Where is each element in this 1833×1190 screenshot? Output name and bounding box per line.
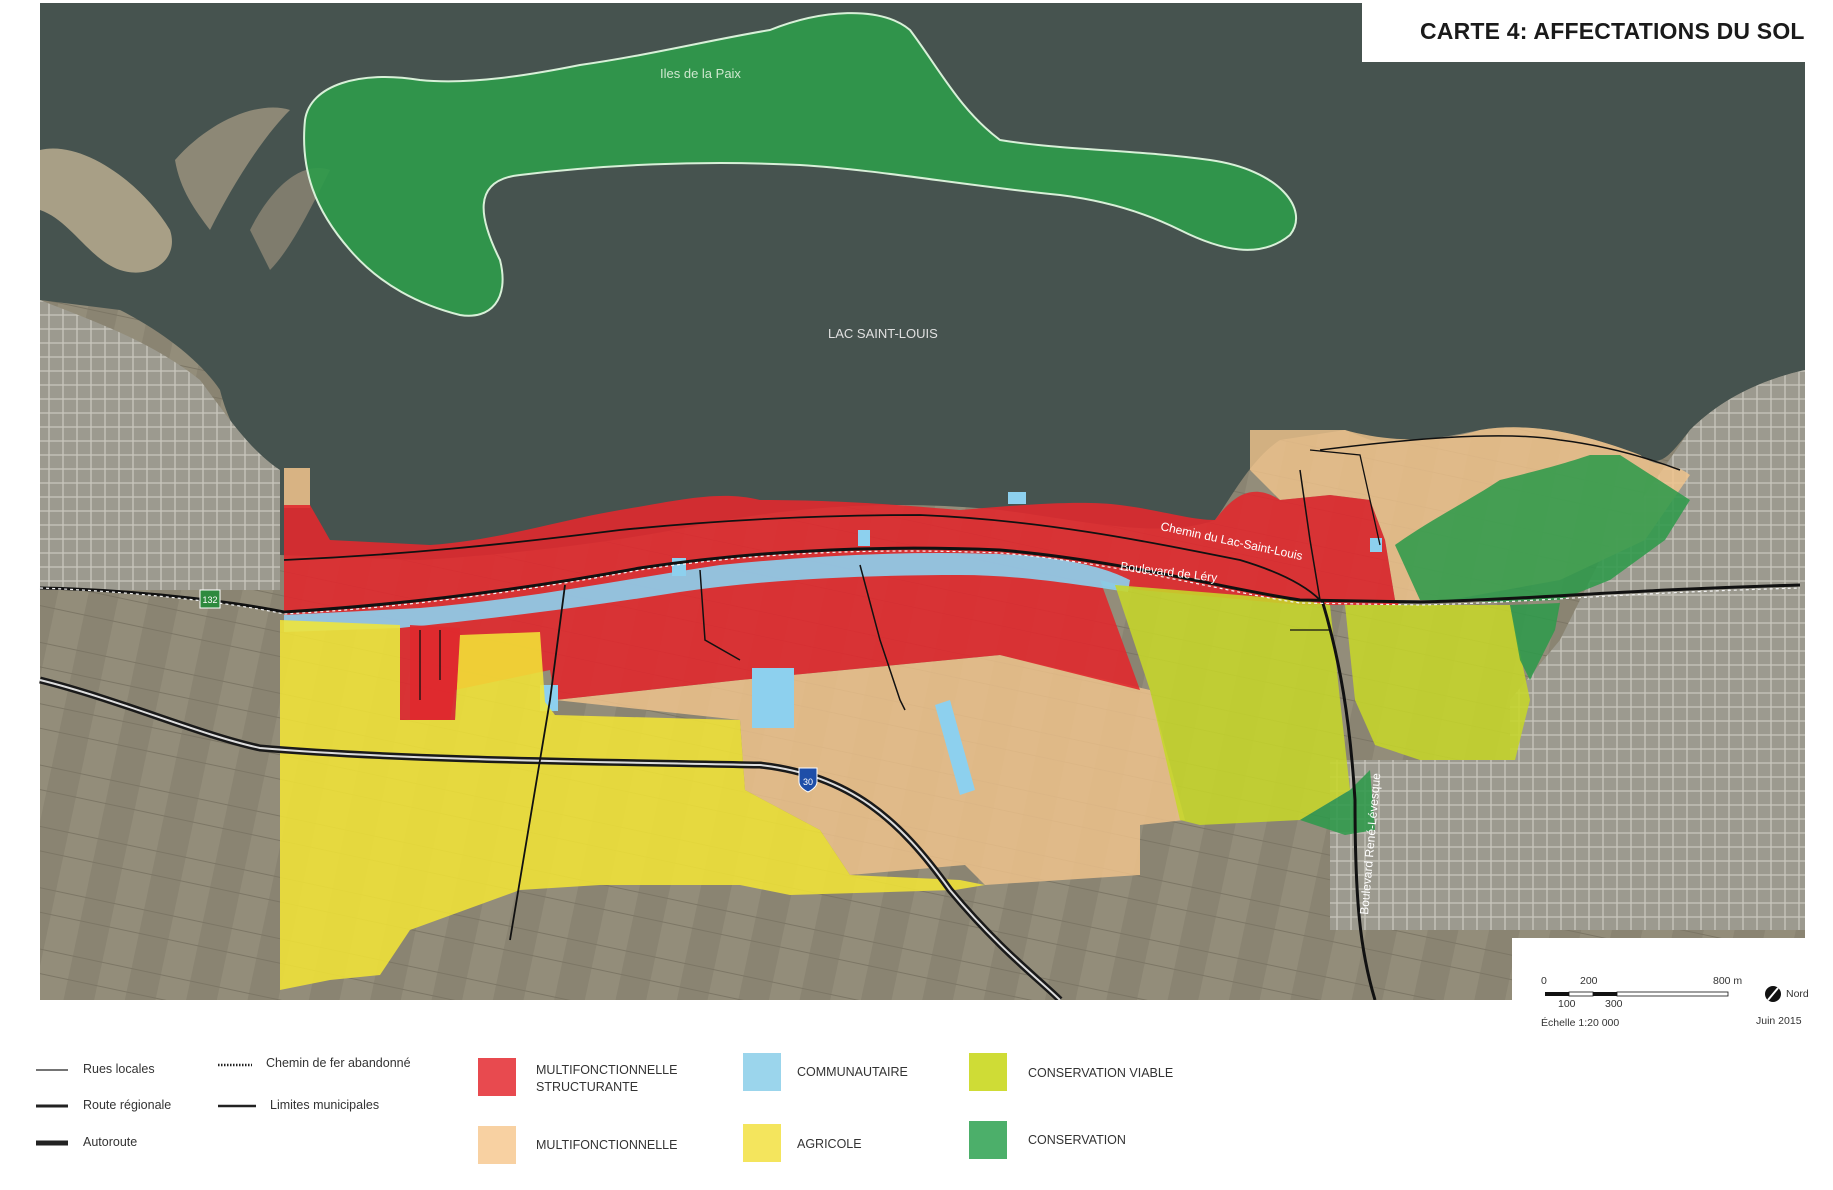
legend-label-multi-structurante-line1: MULTIFONCTIONNELLE (536, 1063, 678, 1077)
legend-label-conservation: CONSERVATION (1028, 1133, 1126, 1147)
zone-multi-west-tip (284, 468, 310, 508)
swatch-multifonctionnelle (478, 1126, 516, 1164)
swatch-conservation-viable (969, 1053, 1007, 1091)
zone-communautaire-4 (1008, 492, 1026, 504)
label-iles-de-la-paix: Iles de la Paix (660, 66, 741, 81)
north-arrow-icon (1765, 986, 1781, 1002)
swatch-conservation (969, 1121, 1007, 1159)
scale-tick-200: 200 (1580, 975, 1598, 987)
scale-tick-100: 100 (1558, 998, 1576, 1010)
swatch-agricole (743, 1124, 781, 1162)
legend-label-multi-structurante: MULTIFONCTIONNELLE STRUCTURANTE (536, 1062, 677, 1096)
legend-label-route-regionale: Route régionale (83, 1098, 172, 1112)
swatch-multi-structurante (478, 1058, 516, 1096)
map-title: CARTE 4: AFFECTATIONS DU SOL (1420, 18, 1805, 44)
legend-label-conservation-viable: CONSERVATION VIABLE (1028, 1066, 1174, 1080)
scale-bar (1545, 991, 1729, 997)
legend-label-multifonctionnelle: MULTIFONCTIONNELLE (536, 1138, 678, 1152)
map-date: Juin 2015 (1756, 1015, 1802, 1027)
north-label: Nord (1786, 988, 1809, 1000)
zone-agricole-inner-red (410, 625, 460, 720)
legend-label-rues-locales: Rues locales (83, 1062, 155, 1076)
legend-label-agricole: AGRICOLE (797, 1137, 862, 1151)
land-use-map: Iles de la Paix LAC SAINT-LOUIS Chemin d… (0, 0, 1833, 1190)
label-lac-saint-louis: LAC SAINT-LOUIS (828, 326, 938, 341)
route-132-shield: 132 (199, 589, 221, 609)
legend-label-communautaire: COMMUNAUTAIRE (797, 1065, 908, 1079)
scale-tick-300: 300 (1605, 998, 1623, 1010)
zone-communautaire-2 (752, 668, 794, 728)
zone-communautaire-5 (858, 530, 870, 546)
legend-label-railway: Chemin de fer abandonné (266, 1056, 411, 1070)
scale-ratio: Échelle 1:20 000 (1541, 1017, 1620, 1029)
scale-tick-800: 800 m (1713, 975, 1743, 987)
legend-label-limites: Limites municipales (270, 1098, 380, 1112)
legend-label-autoroute: Autoroute (83, 1135, 138, 1149)
svg-text:30: 30 (803, 777, 813, 787)
swatch-communautaire (743, 1053, 781, 1091)
svg-text:132: 132 (202, 595, 217, 605)
zone-communautaire-7 (1370, 538, 1382, 552)
town-southeast (1330, 760, 1805, 930)
legend-label-multi-structurante-line2: STRUCTURANTE (536, 1080, 639, 1094)
zone-conservation-viable-2 (1345, 605, 1530, 760)
scale-tick-0: 0 (1541, 975, 1547, 987)
